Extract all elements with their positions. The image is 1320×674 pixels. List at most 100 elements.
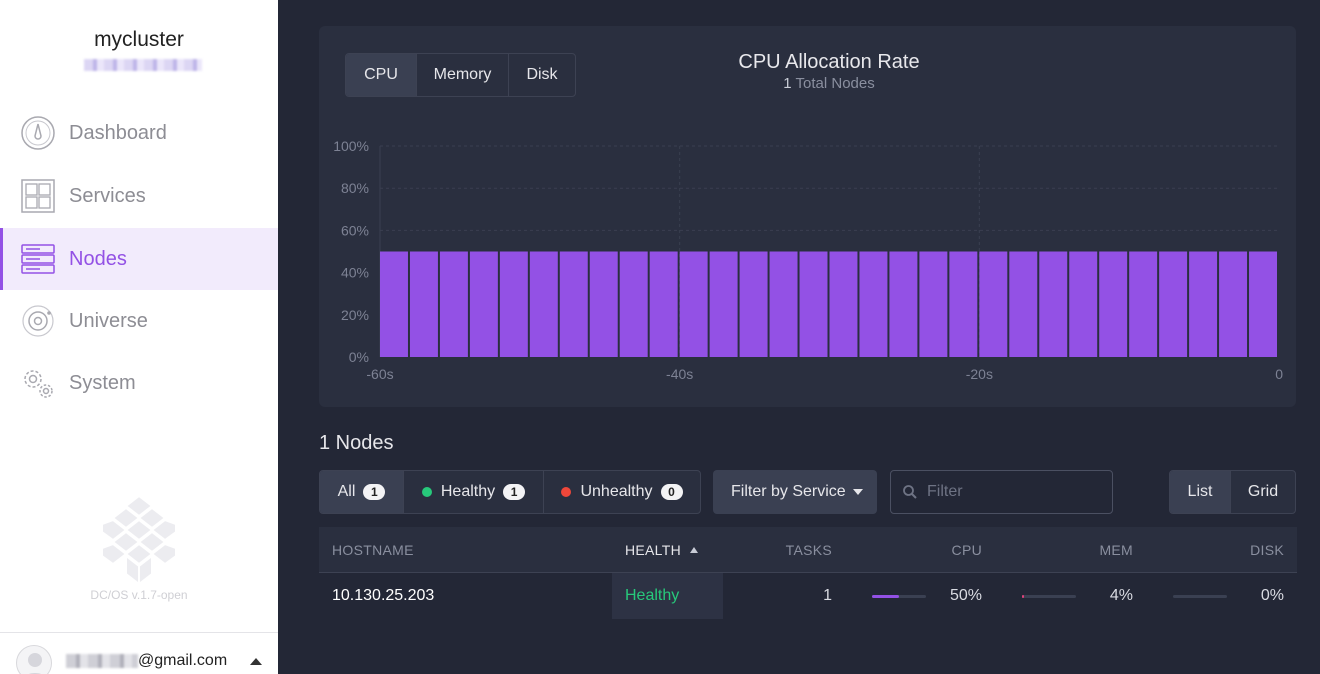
chart-bar [649,251,678,357]
y-tick-label: 100% [333,138,369,154]
main-content: CPU Memory Disk CPU Allocation Rate 1 To… [278,0,1320,674]
sidebar-item-label: Nodes [69,247,127,270]
sidebar-item-dashboard[interactable]: Dashboard [0,102,278,164]
filter-unhealthy-button[interactable]: Unhealthy 0 [544,471,700,513]
filter-input[interactable] [890,470,1113,514]
filter-healthy-label: Healthy [440,483,496,500]
sidebar-item-label: System [69,371,136,394]
chart-bar [979,251,1008,357]
node-hostname[interactable]: 10.130.25.203 [332,587,434,605]
system-icon [24,370,53,398]
filter-all-count: 1 [363,484,386,500]
header-health[interactable]: HEALTH [625,542,699,558]
sidebar-item-nodes[interactable]: Nodes [0,228,278,290]
disk-usage-bar [1173,595,1227,598]
filter-all-label: All [337,483,356,500]
version-label: DC/OS v.1.7-open [90,588,188,602]
filter-by-service-label: Filter by Service [731,483,846,500]
x-tick-label: 0 [1275,366,1283,382]
universe-icon [22,305,54,337]
chart-bar [949,251,978,357]
dashboard-icon [21,116,55,150]
sort-asc-icon [690,547,699,553]
filter-unhealthy-count: 0 [660,484,683,500]
filter-healthy-button[interactable]: Healthy 1 [404,471,544,513]
chart-bar [589,251,618,357]
status-filter: All 1 Healthy 1 Unhealthy 0 [319,470,701,514]
cluster-name[interactable]: mycluster [0,28,278,52]
table-row[interactable]: 10.130.25.203 Healthy 1 50% 4% 0% [319,573,1297,619]
cluster-ip-redacted [84,59,202,71]
sidebar-item-system[interactable]: System [0,352,278,414]
sidebar-item-label: Dashboard [69,121,167,144]
y-tick-label: 80% [341,180,369,196]
filter-unhealthy-label: Unhealthy [580,483,653,500]
unhealthy-dot-icon [561,487,572,497]
cpu-usage-bar [872,595,926,598]
chart-bar [1009,251,1038,357]
view-mode-toggle: List Grid [1169,470,1296,514]
nodes-count: 1 Nodes [319,432,394,454]
node-mem: 4% [1109,587,1133,604]
filter-by-service-dropdown[interactable]: Filter by Service [713,470,877,514]
chart-bar [919,251,948,357]
node-cpu: 50% [949,587,982,604]
view-grid-button[interactable]: Grid [1231,471,1295,513]
user-menu[interactable]: @gmail.com [0,632,278,674]
chart-bar [859,251,888,357]
user-email: @gmail.com [138,652,228,669]
chart-bar [499,251,528,357]
header-hostname[interactable]: HOSTNAME [332,542,414,558]
chart-bar [1069,251,1098,357]
mem-usage-bar [1022,595,1076,598]
user-avatar-icon [28,653,42,674]
chart-bar [679,251,708,357]
chart-bar [739,251,768,357]
chart-bar [529,251,558,357]
nodes-icon [21,244,55,274]
filter-healthy-count: 1 [503,484,526,500]
avatar [16,645,52,674]
chart-bar [1189,251,1218,357]
chart-bar [619,251,648,357]
search-icon [903,485,917,499]
chart-panel: CPU Memory Disk CPU Allocation Rate 1 To… [319,26,1296,407]
chart-bar [1039,251,1068,357]
healthy-dot-icon [421,487,432,497]
header-disk[interactable]: DISK [1250,542,1284,558]
chart-bar [439,251,468,357]
y-tick-label: 60% [341,222,369,238]
y-tick-label: 20% [341,307,369,323]
x-tick-label: -20s [966,366,993,382]
header-tasks[interactable]: TASKS [786,542,832,558]
header-cpu[interactable]: CPU [952,542,982,558]
sidebar-item-label: Universe [69,309,148,332]
filter-all-button[interactable]: All 1 [320,471,404,513]
chart-bar [1159,251,1188,357]
nodes-table: HOSTNAME HEALTH TASKS CPU MEM DISK 10.13… [319,527,1297,619]
chart-bar [889,251,918,357]
header-mem[interactable]: MEM [1099,542,1133,558]
node-health: Healthy [625,587,680,604]
x-tick-label: -40s [666,366,693,382]
chart-bar [1249,251,1277,357]
mem-usage-fill [1022,595,1025,598]
chevron-down-icon [852,489,863,495]
chart-bar [1219,251,1248,357]
services-icon [21,179,55,213]
table-header: HOSTNAME HEALTH TASKS CPU MEM DISK [319,527,1297,573]
dcos-logo [101,494,177,586]
caret-up-icon[interactable] [250,658,262,665]
cpu-allocation-chart: 100% 80% 60% 40% 20% 0%-60s -40s -20s 0 [333,138,1283,382]
chart-bar [559,251,588,357]
sidebar-item-universe[interactable]: Universe [0,290,278,352]
sidebar-item-label: Services [69,184,146,207]
chart-bar [829,251,858,357]
email-redacted [66,654,138,668]
y-tick-label: 0% [349,349,369,365]
view-list-button[interactable]: List [1170,471,1231,513]
node-disk: 0% [1260,587,1284,604]
node-tasks: 1 [823,587,832,604]
chart-bar [1129,251,1158,357]
sidebar-item-services[interactable]: Services [0,165,278,227]
